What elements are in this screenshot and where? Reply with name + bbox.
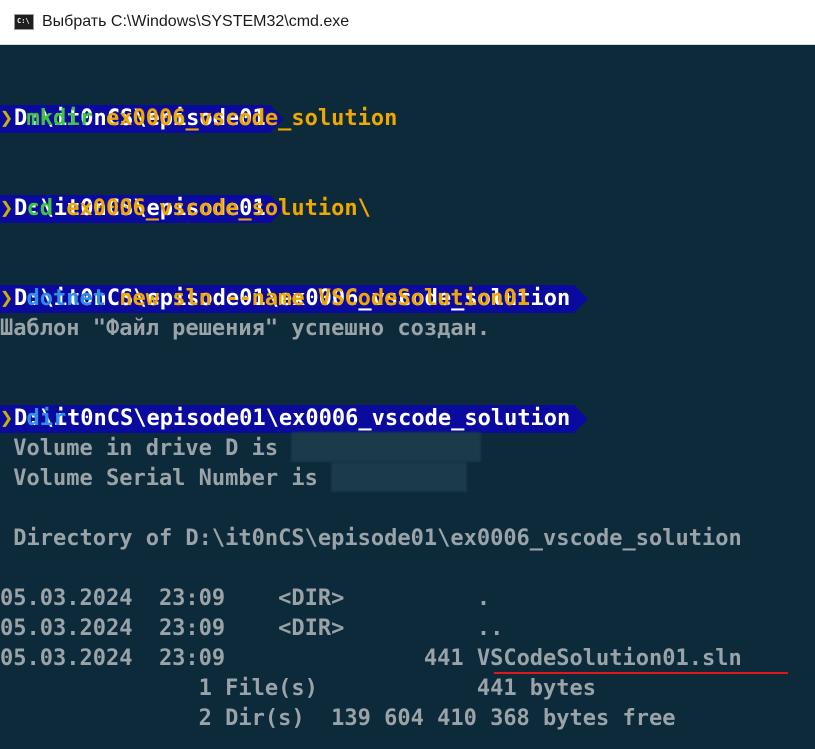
volume-line: Volume in drive D is <box>0 432 815 464</box>
chevron-icon: ❯ <box>0 406 14 431</box>
serial-label: Volume Serial Number is <box>0 466 332 491</box>
command: dir <box>26 406 67 431</box>
prompt-line: D:\it0nCS\episode01 <box>0 74 815 133</box>
command-line: ❯ mkdir ex0006_vscode_solution <box>0 104 815 134</box>
command-line: ❯ cd ex0006_vscode_solution\ <box>0 194 815 224</box>
command-args: ex0006_vscode_solution\ <box>66 196 371 221</box>
console-icon: C:\ <box>14 14 34 30</box>
command: dotnet <box>26 286 106 311</box>
console-output[interactable]: D:\it0nCS\episode01 ❯ mkdir ex0006_vscod… <box>0 45 815 749</box>
dir-entry-info: 05.03.2024 23:09 441 <box>0 646 477 671</box>
chevron-icon: ❯ <box>0 196 14 221</box>
command-args: ex0006_vscode_solution <box>105 106 398 131</box>
volume-label: Volume in drive D is <box>0 436 292 461</box>
prompt-line: D:\it0nCS\episode01\ex0006_vscode_soluti… <box>0 254 815 313</box>
dir-entry-row: 05.03.2024 23:09 441 VSCodeSolution01.sl… <box>0 644 815 674</box>
summary-dirs: 2 Dir(s) 139 604 410 368 bytes free <box>0 706 676 731</box>
console-icon-label: C:\ <box>17 17 30 25</box>
redacted-volume-name <box>291 432 482 462</box>
directory-of-line: Directory of D:\it0nCS\episode01\ex0006_… <box>0 526 742 551</box>
redacted-serial-number <box>331 462 468 492</box>
title-bar[interactable]: C:\ Выбрать C:\Windows\SYSTEM32\cmd.exe <box>0 0 815 45</box>
command-args: new sln --name VSCodeSolution01 <box>119 286 530 311</box>
chevron-icon: ❯ <box>0 106 14 131</box>
window-title: Выбрать C:\Windows\SYSTEM32\cmd.exe <box>42 13 350 30</box>
summary-files: 1 File(s) 441 bytes <box>0 676 597 701</box>
chevron-icon: ❯ <box>0 286 14 311</box>
dir-entry-row: 05.03.2024 23:09 <DIR> .. <box>0 616 504 641</box>
command-output: Шаблон "Файл решения" успешно создан. <box>0 316 491 341</box>
serial-line: Volume Serial Number is <box>0 462 815 494</box>
prompt-line: D:\it0nCS\episode01\ex0006_vscode_soluti… <box>0 374 815 433</box>
prompt-line: D:\it0nCS\episode01 <box>0 164 815 223</box>
command-line: ❯ dir <box>0 404 815 434</box>
command: cd <box>26 196 54 221</box>
dir-entry-row: 05.03.2024 23:09 <DIR> . <box>0 586 491 611</box>
command-line: ❯ dotnet new sln --name VSCodeSolution01 <box>0 284 815 314</box>
cmd-window: C:\ Выбрать C:\Windows\SYSTEM32\cmd.exe … <box>0 0 815 749</box>
command: mkdir <box>26 106 93 131</box>
sln-file-name[interactable]: VSCodeSolution01.sln <box>477 646 742 671</box>
